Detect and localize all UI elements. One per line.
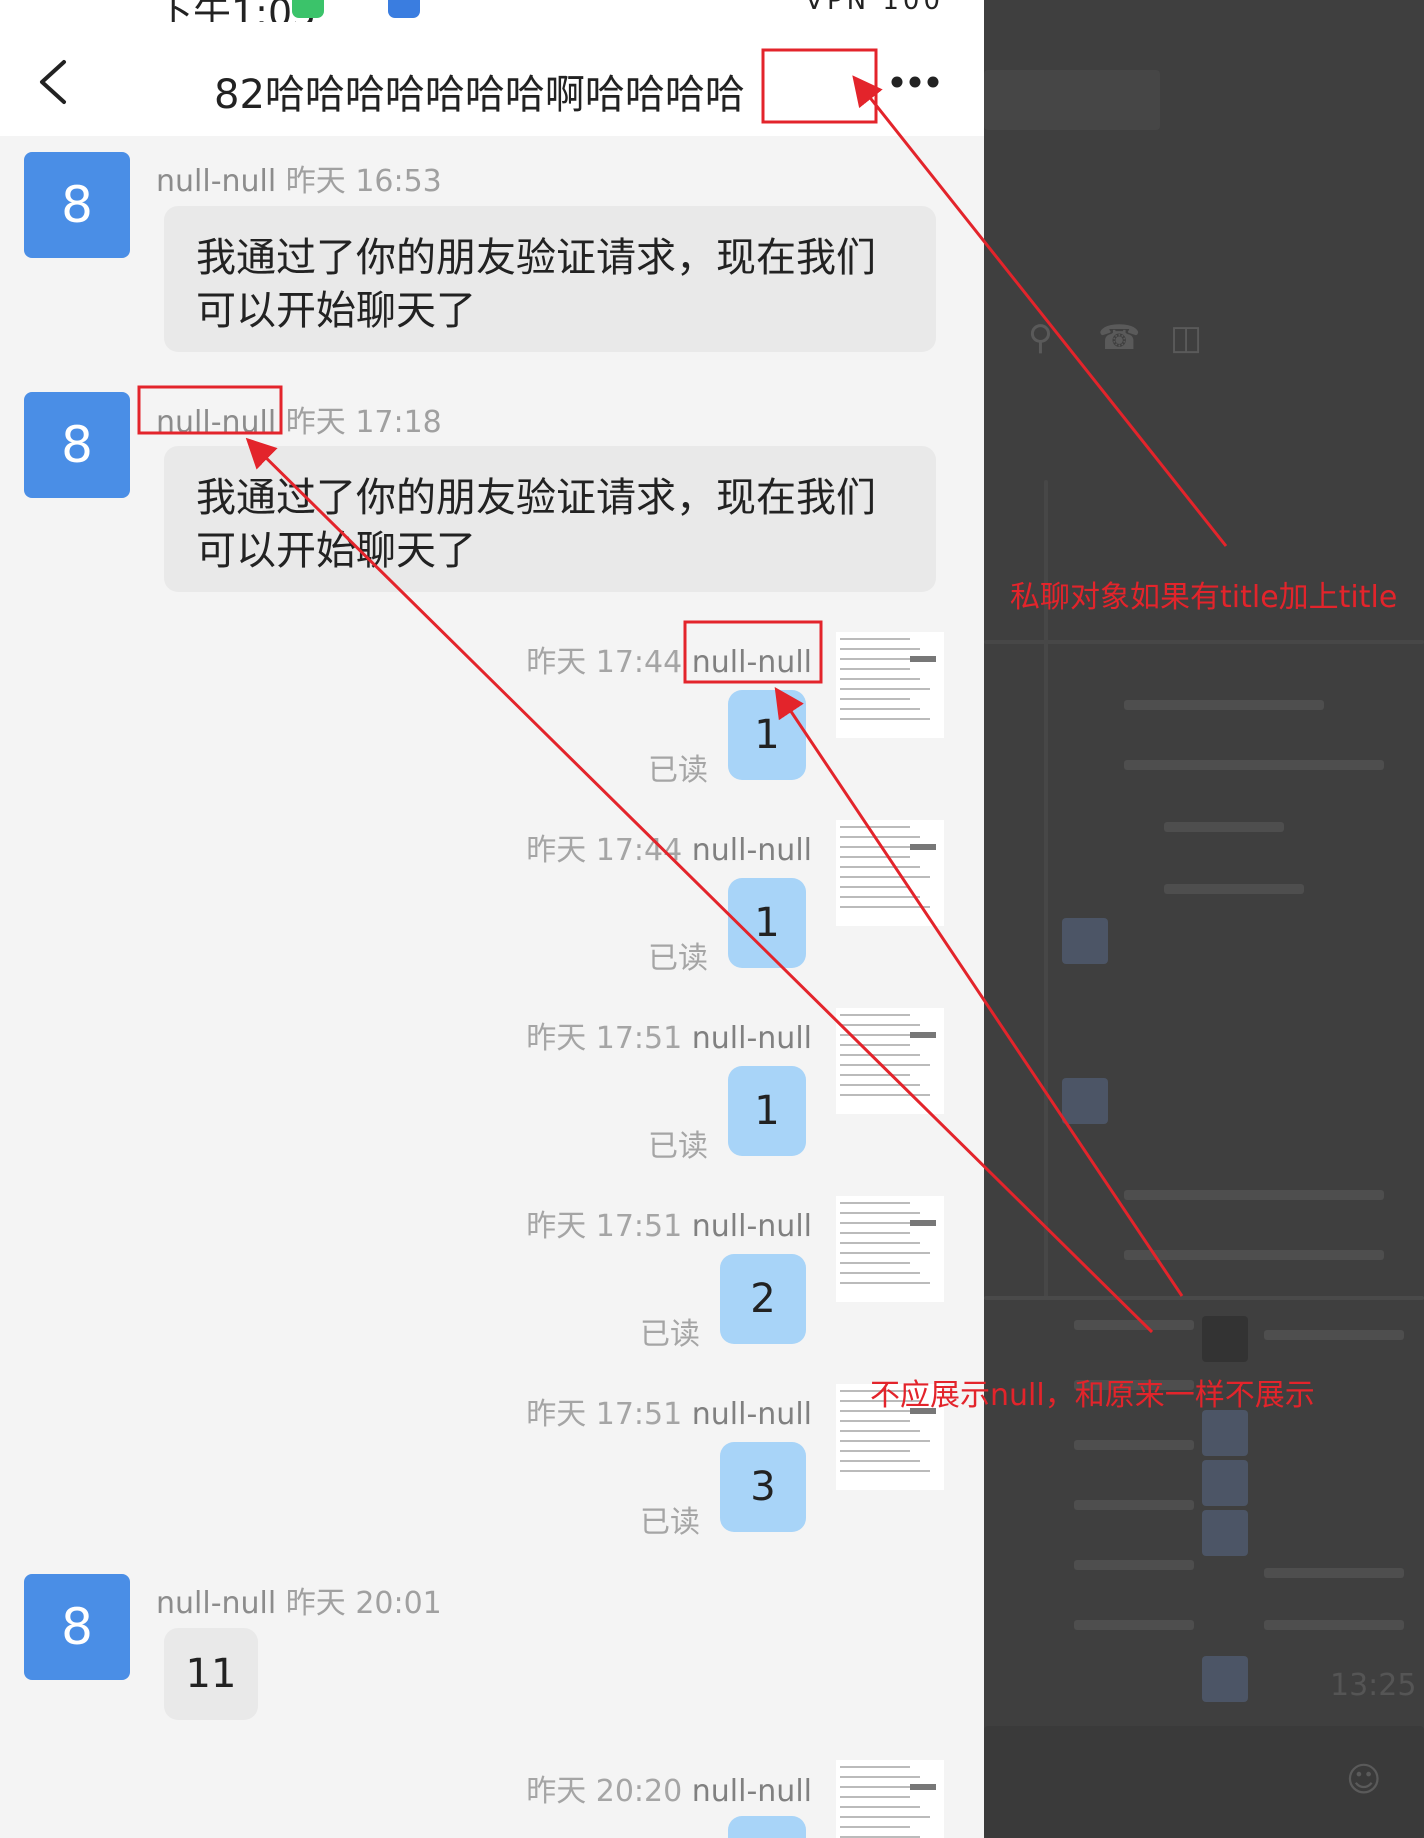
background-avatar — [1062, 1078, 1108, 1124]
background-app-overlay: ⚲ ☎ ◫ ☺ — [984, 0, 1424, 1838]
message-meta: null-null 昨天 16:53 — [156, 156, 442, 200]
chat-screen: 下午1:05 VPN 100 82哈哈哈哈哈哈哈啊哈哈哈哈 8 null-nul… — [0, 0, 984, 1838]
read-status: 已读 — [640, 1317, 700, 1352]
incoming-message-bubble[interactable]: 我通过了你的朋友验证请求，现在我们可以开始聊天了 — [164, 206, 936, 352]
read-status: 已读 — [648, 753, 708, 788]
background-text-line — [1124, 760, 1384, 770]
background-avatar — [1062, 918, 1108, 964]
message-meta: null-null 昨天 17:18 — [156, 397, 442, 441]
divider — [984, 1296, 1424, 1300]
sender-name: null-null — [156, 164, 277, 199]
annotation-note-null: 不应展示null，和原来一样不展示 — [870, 1378, 1315, 1413]
background-text-line — [1074, 1500, 1194, 1510]
message-meta: 昨天 17:44 null-null — [526, 637, 812, 681]
background-text-line — [1164, 884, 1304, 894]
background-text-line — [1124, 1250, 1384, 1260]
app-notification-icon — [292, 0, 324, 18]
app-notification-icon — [388, 0, 420, 18]
background-text-line — [1074, 1320, 1194, 1330]
background-avatar — [1202, 1656, 1248, 1702]
sender-name: null-null — [691, 1397, 812, 1432]
own-avatar-thumbnail[interactable] — [836, 1196, 944, 1302]
chat-title: 82哈哈哈哈哈哈哈啊哈哈哈哈 — [214, 72, 745, 118]
search-icon: ⚲ — [1028, 318, 1053, 358]
message-time: 昨天 20:01 — [285, 1586, 442, 1621]
background-text-line — [1074, 1560, 1194, 1570]
avatar[interactable]: 8 — [24, 1574, 130, 1680]
background-avatar — [1202, 1316, 1248, 1362]
avatar[interactable]: 8 — [24, 392, 130, 498]
background-avatar — [1202, 1460, 1248, 1506]
sender-name: null-null — [691, 833, 812, 868]
read-status: 已读 — [648, 941, 708, 976]
background-text-line — [1264, 1330, 1404, 1340]
sender-name: null-null — [691, 645, 812, 680]
own-avatar-thumbnail[interactable] — [836, 1760, 944, 1838]
message-meta: 昨天 20:20 null-null — [526, 1766, 812, 1810]
message-time: 昨天 17:44 — [526, 645, 683, 680]
outgoing-message-bubble[interactable]: 1 — [728, 1066, 806, 1156]
outgoing-message-bubble[interactable]: 2 — [720, 1254, 806, 1344]
back-arrow-icon[interactable] — [34, 58, 74, 106]
background-text-line — [1164, 822, 1284, 832]
background-text-line — [1074, 1620, 1194, 1630]
background-clock: 13:25 — [1330, 1668, 1417, 1703]
message-time: 昨天 17:44 — [526, 833, 683, 868]
incoming-message-bubble[interactable]: 11 — [164, 1628, 258, 1720]
message-text: 我通过了你的朋友验证请求，现在我们可以开始聊天了 — [196, 235, 876, 334]
message-time: 昨天 16:53 — [285, 164, 442, 199]
status-bar: 下午1:05 VPN 100 — [0, 0, 984, 22]
background-text-line — [1074, 1440, 1194, 1450]
message-meta: null-null 昨天 20:01 — [156, 1578, 442, 1622]
own-avatar-thumbnail[interactable] — [836, 1008, 944, 1114]
emoji-icon: ☺ — [1346, 1760, 1382, 1800]
background-text-line — [1124, 1190, 1384, 1200]
chat-header: 82哈哈哈哈哈哈哈啊哈哈哈哈 — [0, 22, 984, 136]
outgoing-message-bubble[interactable]: 1 — [728, 690, 806, 780]
read-status: 已读 — [648, 1129, 708, 1164]
own-avatar-thumbnail[interactable] — [836, 820, 944, 926]
more-options-icon[interactable] — [890, 74, 940, 90]
message-meta: 昨天 17:51 null-null — [526, 1013, 812, 1057]
sender-name: null-null — [691, 1774, 812, 1809]
sidebar-icon: ◫ — [1170, 318, 1203, 358]
message-time: 昨天 17:51 — [526, 1397, 683, 1432]
message-meta: 昨天 17:51 null-null — [526, 1201, 812, 1245]
own-avatar-thumbnail[interactable] — [836, 632, 944, 738]
annotation-note-title: 私聊对象如果有title加上title — [1010, 580, 1398, 615]
outgoing-message-bubble[interactable] — [728, 1816, 806, 1838]
read-status: 已读 — [640, 1505, 700, 1540]
incoming-message-bubble[interactable]: 我通过了你的朋友验证请求，现在我们可以开始聊天了 — [164, 446, 936, 592]
sender-name: null-null — [691, 1021, 812, 1056]
message-text: 我通过了你的朋友验证请求，现在我们可以开始聊天了 — [196, 475, 876, 574]
message-time: 昨天 20:20 — [526, 1774, 683, 1809]
message-meta: 昨天 17:51 null-null — [526, 1389, 812, 1433]
background-avatar — [1202, 1410, 1248, 1456]
message-meta: 昨天 17:44 null-null — [526, 825, 812, 869]
message-time: 昨天 17:51 — [526, 1021, 683, 1056]
sender-name: null-null — [156, 1586, 277, 1621]
avatar[interactable]: 8 — [24, 152, 130, 258]
background-text-line — [1264, 1568, 1404, 1578]
outgoing-message-bubble[interactable]: 1 — [728, 878, 806, 968]
background-search-bar — [984, 70, 1160, 130]
background-text-line — [1124, 700, 1324, 710]
background-text-line — [1264, 1620, 1404, 1630]
outgoing-message-bubble[interactable]: 3 — [720, 1442, 806, 1532]
message-time: 昨天 17:51 — [526, 1209, 683, 1244]
sender-name: null-null — [156, 405, 277, 440]
message-time: 昨天 17:18 — [285, 405, 442, 440]
status-indicators: VPN 100 — [805, 0, 944, 16]
sender-name: null-null — [691, 1209, 812, 1244]
divider — [984, 640, 1424, 644]
background-avatar — [1202, 1510, 1248, 1556]
phone-icon: ☎ — [1098, 318, 1141, 358]
